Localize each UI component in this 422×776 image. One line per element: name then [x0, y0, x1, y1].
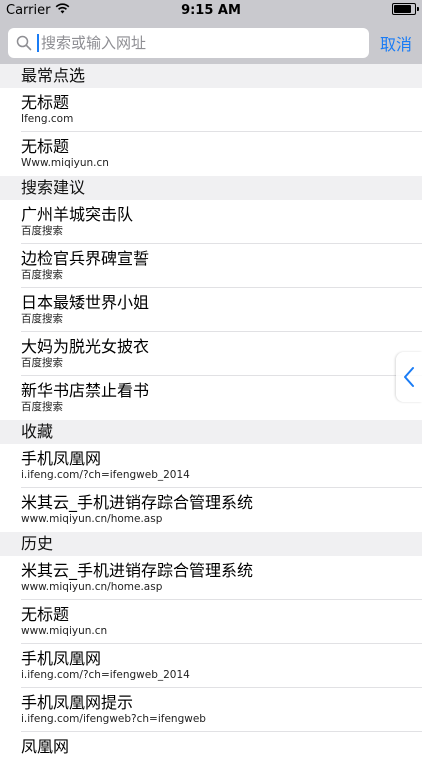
list-item-title: 无标题 [21, 605, 70, 624]
list-item[interactable]: 无标题 Ifeng.com [0, 88, 422, 132]
text-cursor [37, 34, 39, 52]
list-item-url: i.ifeng.com/ifengweb?ch=ifengweb [21, 713, 206, 725]
list-item-source: 百度搜索 [21, 357, 63, 369]
list-item-url: Www.miqiyun.cn [21, 157, 109, 169]
list-item[interactable]: 日本最矮世界小姐 百度搜索 [0, 288, 422, 332]
status-time: 9:15 AM [181, 3, 241, 18]
section-header-bookmarks: 收藏 [0, 420, 422, 444]
list-item[interactable]: 无标题 www.miqiyun.cn [0, 600, 422, 644]
list-item-url: www.miqiyun.cn/home.asp [21, 581, 163, 593]
list-item-source: 百度搜索 [21, 225, 63, 237]
list-item-url: i.ifeng.com/?ch=ifengweb_2014 [21, 669, 190, 681]
list-item[interactable]: 广州羊城突击队 百度搜索 [0, 200, 422, 244]
list-item[interactable]: 米其云_手机进销存踪合管理系统 www.miqiyun.cn/home.asp [0, 488, 422, 532]
list-item[interactable]: 米其云_手机进销存踪合管理系统 www.miqiyun.cn/home.asp [0, 556, 422, 600]
list-item-title: 边检官兵界碑宣誓 [21, 249, 150, 268]
list-item[interactable]: 手机凤凰网 i.ifeng.com/?ch=ifengweb_2014 [0, 444, 422, 488]
list-item-url: Ifeng.com [21, 113, 74, 125]
suggestion-list: 最常点选 无标题 Ifeng.com 无标题 Www.miqiyun.cn 搜索… [0, 64, 422, 776]
list-item[interactable]: 无标题 Www.miqiyun.cn [0, 132, 422, 176]
list-item[interactable]: 大妈为脱光女披衣 百度搜索 [0, 332, 422, 376]
list-item-source: 百度搜索 [21, 313, 63, 325]
list-item-title: 米其云_手机进销存踪合管理系统 [21, 493, 254, 512]
list-item-url: www.miqiyun.cn/home.asp [21, 513, 163, 525]
list-item-title: 新华书店禁止看书 [21, 381, 150, 400]
search-input[interactable] [41, 31, 361, 55]
list-item-title: 无标题 [21, 93, 70, 112]
search-icon [16, 35, 32, 55]
list-item[interactable]: 凤凰网 [0, 732, 422, 776]
list-item-url: www.miqiyun.cn [21, 625, 108, 637]
list-item[interactable]: 手机凤凰网 i.ifeng.com/?ch=ifengweb_2014 [0, 644, 422, 688]
section-header-search-suggestions: 搜索建议 [0, 176, 422, 200]
list-item-title: 米其云_手机进销存踪合管理系统 [21, 561, 254, 580]
battery-icon [392, 3, 419, 15]
list-item-source: 百度搜索 [21, 401, 63, 413]
list-item-title: 无标题 [21, 137, 70, 156]
section-header-most-visited: 最常点选 [0, 64, 422, 88]
section-header-history: 历史 [0, 532, 422, 556]
list-item-title: 大妈为脱光女披衣 [21, 337, 150, 356]
list-item-title: 广州羊城突击队 [21, 205, 134, 224]
list-item-title: 手机凤凰网提示 [21, 693, 134, 712]
status-bar: Carrier 9:15 AM [0, 0, 422, 22]
list-item-title: 凤凰网 [21, 737, 70, 756]
list-item[interactable]: 边检官兵界碑宣誓 百度搜索 [0, 244, 422, 288]
list-item[interactable]: 新华书店禁止看书 百度搜索 [0, 376, 422, 420]
list-item-title: 日本最矮世界小姐 [21, 293, 150, 312]
side-panel-handle[interactable] [396, 352, 422, 402]
cancel-button[interactable]: 取消 [380, 31, 412, 55]
search-field[interactable] [8, 28, 369, 58]
list-item-title: 手机凤凰网 [21, 449, 102, 468]
list-item[interactable]: 手机凤凰网提示 i.ifeng.com/ifengweb?ch=ifengweb [0, 688, 422, 732]
list-item-source: 百度搜索 [21, 269, 63, 281]
search-bar: 取消 [0, 22, 422, 65]
list-item-title: 手机凤凰网 [21, 649, 102, 668]
list-item-url: i.ifeng.com/?ch=ifengweb_2014 [21, 469, 190, 481]
status-bar-right [392, 3, 419, 15]
